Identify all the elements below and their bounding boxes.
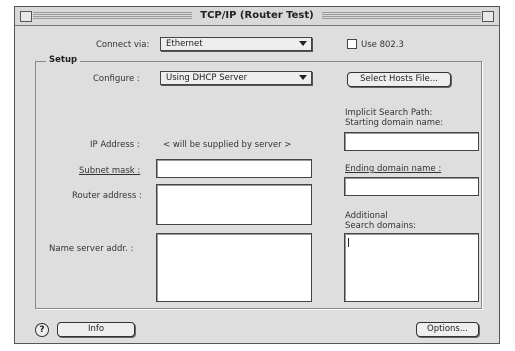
window-title: TCP/IP (Router Test) <box>192 10 322 21</box>
starting-domain-field[interactable] <box>344 132 479 151</box>
name-server-field[interactable] <box>156 233 312 302</box>
title-bar[interactable]: TCP/IP (Router Test) <box>15 7 499 26</box>
configure-label: Configure : <box>93 74 140 84</box>
connect-via-label: Connect via: <box>96 40 150 50</box>
info-button[interactable]: Info <box>57 322 135 337</box>
ending-domain-label: Ending domain name : <box>345 164 442 174</box>
subnet-mask-label: Subnet mask : <box>79 166 141 176</box>
router-address-field[interactable] <box>156 184 312 225</box>
triangle-down-icon <box>299 41 307 46</box>
tcpip-window: TCP/IP (Router Test) Connect via: Ethern… <box>14 6 500 344</box>
configure-popup[interactable]: Using DHCP Server <box>160 71 312 85</box>
connect-via-popup[interactable]: Ethernet <box>160 37 312 51</box>
select-hosts-file-button[interactable]: Select Hosts File... <box>347 72 451 87</box>
implicit-search-label-1: Implicit Search Path: <box>345 108 433 118</box>
implicit-search-label-2: Starting domain name: <box>345 118 444 128</box>
triangle-down-icon <box>299 75 307 80</box>
ip-address-label: IP Address : <box>90 140 140 150</box>
additional-search-label-2: Search domains: <box>345 221 417 231</box>
additional-search-label-1: Additional <box>345 211 388 221</box>
connect-via-value: Ethernet <box>166 39 203 49</box>
use-8023-checkbox[interactable] <box>347 39 357 49</box>
router-address-label: Router address : <box>72 191 142 201</box>
options-button[interactable]: Options... <box>416 322 479 337</box>
use-8023-label[interactable]: Use 802.3 <box>361 40 404 50</box>
ip-address-value: < will be supplied by server > <box>163 140 292 150</box>
setup-group-title: Setup <box>46 55 81 65</box>
configure-value: Using DHCP Server <box>166 73 248 83</box>
subnet-mask-field[interactable] <box>156 159 312 178</box>
name-server-label: Name server addr. : <box>49 244 134 254</box>
ending-domain-field[interactable] <box>344 177 479 196</box>
search-domains-field[interactable] <box>344 233 479 302</box>
text-cursor <box>348 238 349 247</box>
help-icon[interactable]: ? <box>35 323 49 337</box>
